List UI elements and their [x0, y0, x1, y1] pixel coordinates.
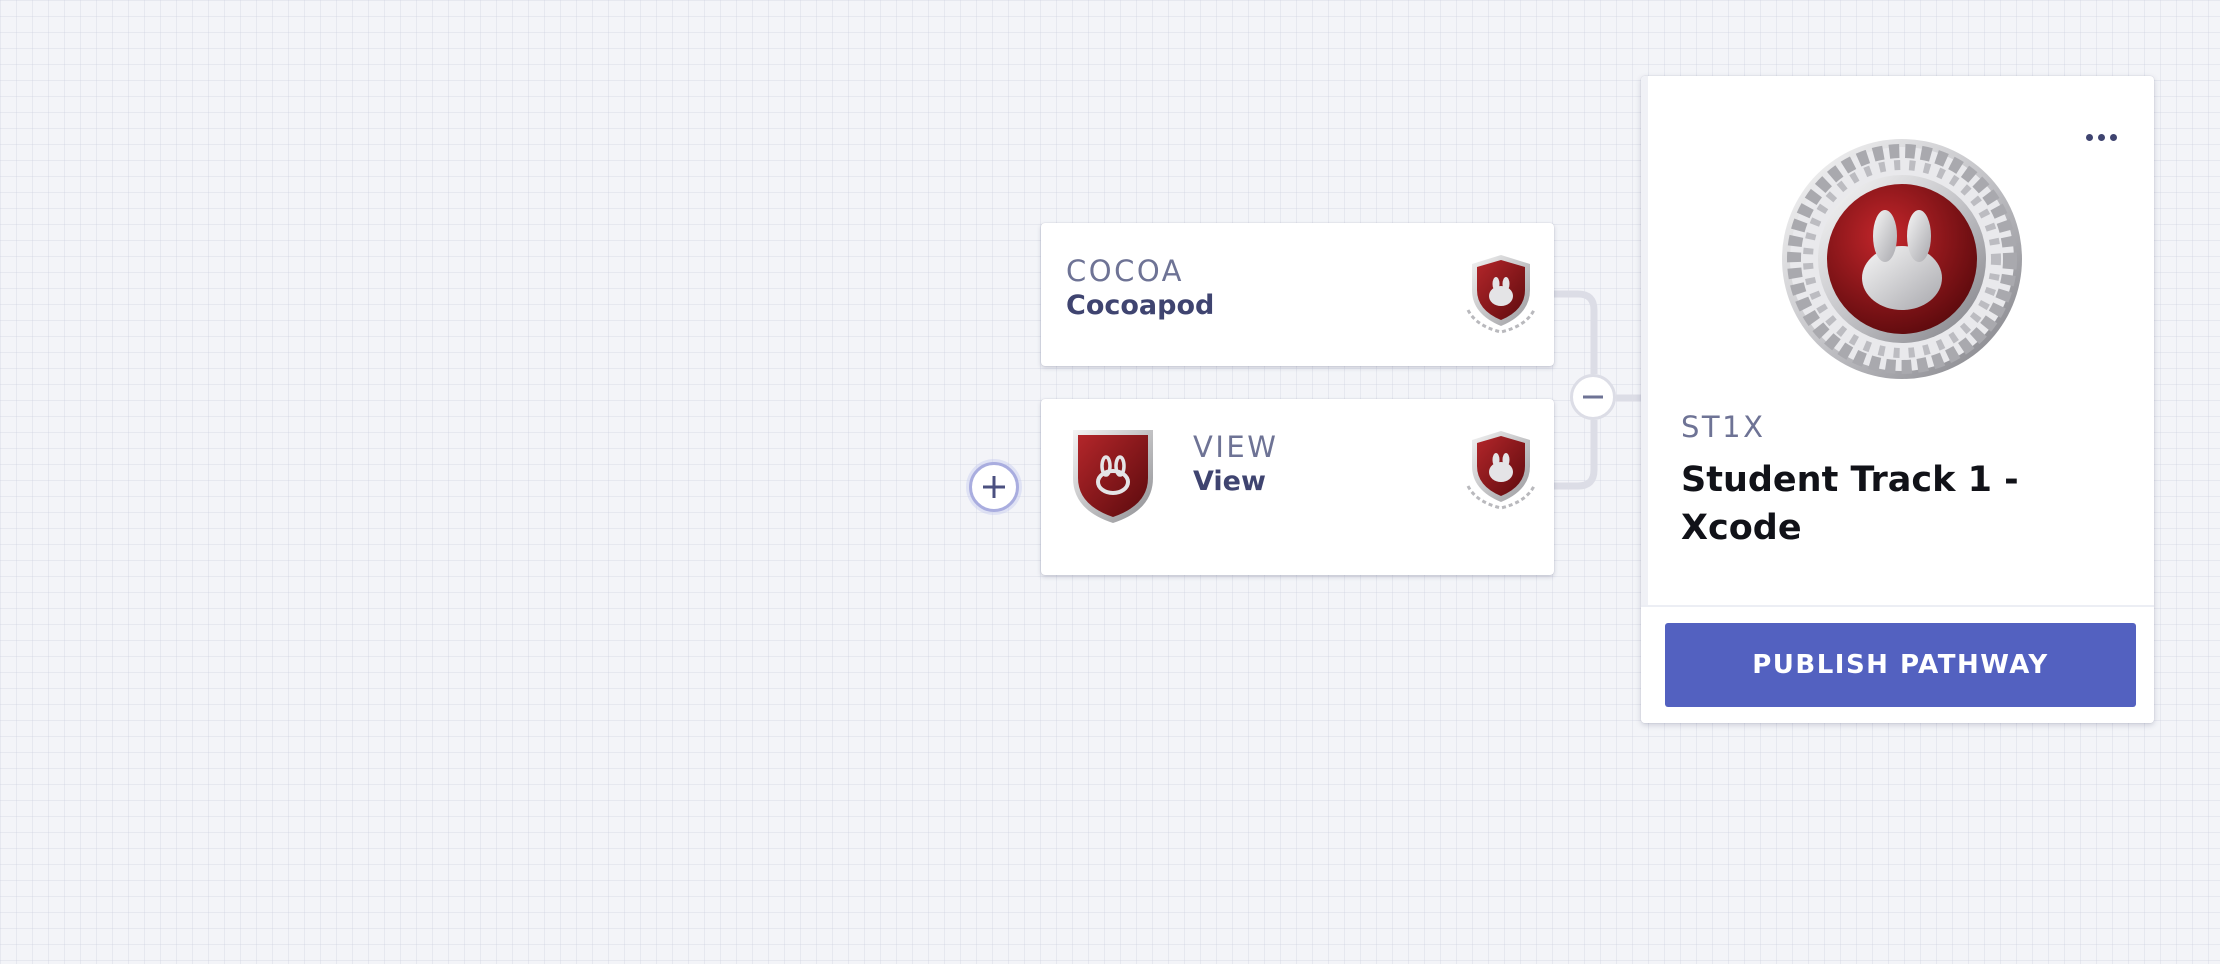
node-text: VIEW View [1193, 430, 1278, 500]
more-options-button[interactable] [2076, 120, 2126, 154]
more-horizontal-icon [2085, 133, 2117, 141]
node-text: COCOA Cocoapod [1066, 254, 1214, 324]
minus-icon [1583, 395, 1603, 399]
shield-badge-bunny-icon [1466, 431, 1536, 510]
pathway-builder-canvas: COCOA Cocoapod VIEW View ST1X Student Tr… [0, 0, 2220, 964]
pathway-code: ST1X [1681, 410, 1766, 444]
publish-pathway-button[interactable]: PUBLISH PATHWAY [1665, 623, 2136, 707]
pathway-card: ST1X Student Track 1 - Xcode PUBLISH PAT… [1641, 76, 2154, 723]
node-code: VIEW [1193, 430, 1279, 464]
collapse-group-button[interactable] [1570, 374, 1616, 420]
shield-badge-bunny-icon [1073, 430, 1153, 523]
plus-icon [983, 476, 1005, 498]
add-prerequisite-button[interactable] [969, 462, 1019, 512]
node-code: COCOA [1066, 254, 1184, 288]
shield-badge-bunny-icon [1466, 255, 1536, 334]
node-name: View [1193, 466, 1266, 497]
pathway-node-view[interactable]: VIEW View [1041, 399, 1554, 575]
medal-laurel-bunny-icon [1782, 139, 2022, 379]
node-name: Cocoapod [1066, 290, 1215, 321]
pathway-title: Student Track 1 - Xcode [1681, 460, 2019, 548]
pathway-card-footer: PUBLISH PATHWAY [1641, 605, 2154, 723]
pathway-node-cocoa[interactable]: COCOA Cocoapod [1041, 223, 1554, 366]
